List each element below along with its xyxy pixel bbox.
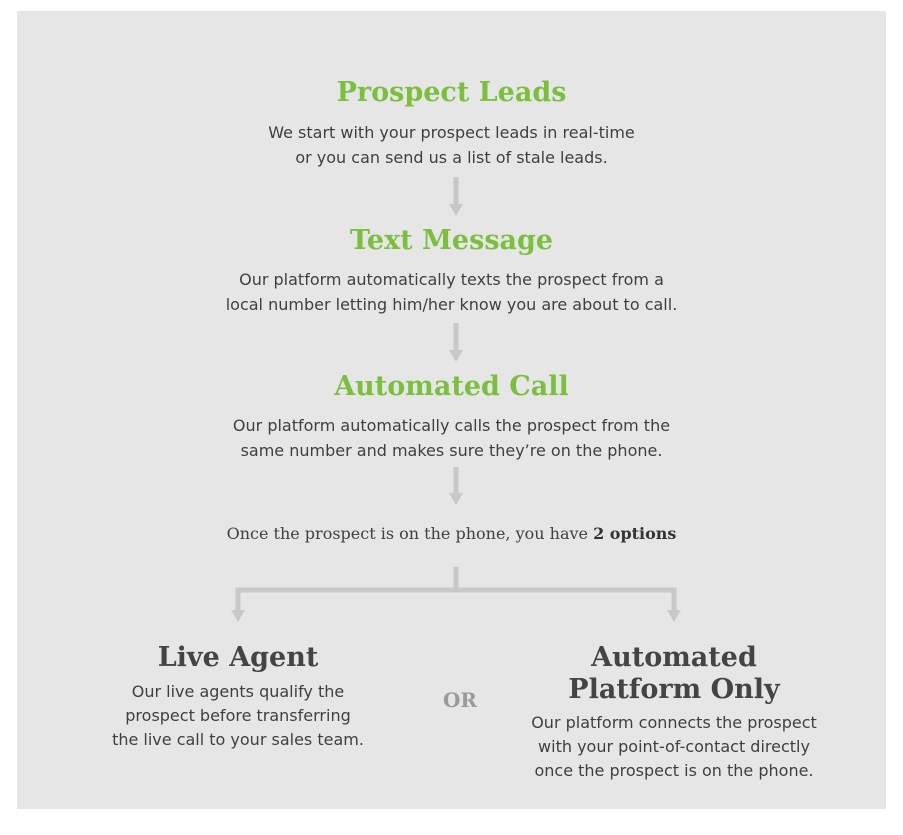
options-intro-text: Once the prospect is on the phone, you h… — [226, 524, 594, 543]
description-line: Our platform automatically calls the pro… — [232, 416, 671, 435]
description-line: prospect before transferring — [125, 706, 351, 725]
options-intro-emphasis: 2 options — [593, 524, 677, 543]
description-line: with your point-of-contact directly — [538, 737, 810, 756]
step-description-prospect-leads: We start with your prospect leads in rea… — [0, 120, 903, 170]
options-intro: Once the prospect is on the phone, you h… — [0, 522, 903, 546]
option-title-line: Platform Only — [568, 674, 780, 705]
or-label: OR — [442, 688, 478, 712]
description-line: Our platform automatically texts the pro… — [239, 270, 664, 289]
arrow-down-icon — [449, 323, 463, 362]
step-title-prospect-leads: Prospect Leads — [336, 77, 567, 108]
split-connector — [231, 567, 681, 622]
option-title-automated-platform-only: Automated Platform Only — [514, 642, 834, 706]
option-title-line: Automated — [591, 642, 757, 673]
description-line: local number letting him/her know you ar… — [225, 295, 678, 314]
step-description-text-message: Our platform automatically texts the pro… — [0, 267, 903, 317]
step-title-text-message: Text Message — [349, 225, 554, 256]
option-description-live-agent: Our live agents qualify the prospect bef… — [98, 680, 378, 752]
option-title-live-agent: Live Agent — [98, 642, 378, 674]
arrow-down-icon — [449, 177, 463, 216]
description-line: same number and makes sure they’re on th… — [240, 441, 663, 460]
description-line: Our platform connects the prospect — [531, 713, 817, 732]
description-line: the live call to your sales team. — [112, 730, 364, 749]
description-line: or you can send us a list of stale leads… — [295, 148, 608, 167]
step-title-automated-call: Automated Call — [334, 371, 569, 402]
description-line: We start with your prospect leads in rea… — [268, 123, 635, 142]
flow-diagram: Prospect Leads We start with your prospe… — [0, 0, 903, 835]
step-description-automated-call: Our platform automatically calls the pro… — [0, 413, 903, 463]
option-title-line: Live Agent — [157, 642, 319, 673]
description-line: Our live agents qualify the — [131, 682, 345, 701]
description-line: once the prospect is on the phone. — [534, 761, 814, 780]
option-description-automated-platform-only: Our platform connects the prospect with … — [494, 711, 854, 783]
arrow-down-icon — [449, 467, 463, 505]
